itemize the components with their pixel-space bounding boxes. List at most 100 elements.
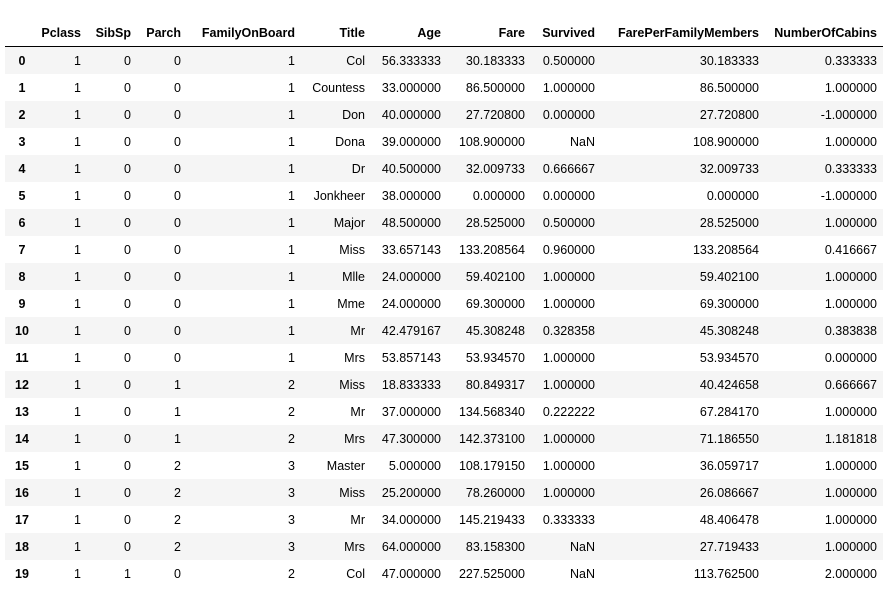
table-row: 10 1 0 0 1 Mr 42.479167 45.308248 0.328358 45.308… (5, 317, 883, 344)
cell-parch: 0 (174, 269, 181, 284)
cell-fare: 133.208564 (458, 242, 525, 257)
cell-fareperfamilymembers: 26.086667 (699, 485, 759, 500)
cell-title: Mme (337, 296, 365, 311)
cell-parch: 0 (174, 188, 181, 203)
cell-familyonboard: 1 (288, 80, 295, 95)
dataframe-table: Pclass SibSp Parch FamilyOnBoard Title Age Far… (5, 20, 883, 587)
cell-numberofcabins: 1.000000 (824, 215, 877, 230)
cell-fare: 145.219433 (458, 512, 525, 527)
cell-survived: 1.000000 (542, 269, 595, 284)
cell-pclass: 1 (74, 53, 81, 68)
cell-fare: 30.183333 (465, 53, 525, 68)
table-row: 12 1 0 1 2 Miss 18.833333 80.849317 1.000000 40.4… (5, 371, 883, 398)
cell-fareperfamilymembers: 45.308248 (699, 323, 759, 338)
cell-pclass: 1 (74, 350, 81, 365)
cell-familyonboard: 2 (288, 377, 295, 392)
cell-age: 47.300000 (381, 431, 441, 446)
row-index: 10 (15, 323, 29, 338)
cell-pclass: 1 (74, 512, 81, 527)
cell-pclass: 1 (74, 134, 81, 149)
cell-age: 48.500000 (381, 215, 441, 230)
cell-numberofcabins: 1.000000 (824, 269, 877, 284)
cell-familyonboard: 3 (288, 539, 295, 554)
cell-fare: 80.849317 (465, 377, 525, 392)
cell-numberofcabins: 0.383838 (824, 323, 877, 338)
table-row: 16 1 0 2 3 Miss 25.200000 78.260000 1.000000 26.0… (5, 479, 883, 506)
cell-parch: 1 (174, 404, 181, 419)
row-index: 8 (18, 269, 26, 284)
cell-sibsp: 0 (124, 53, 131, 68)
cell-sibsp: 0 (124, 323, 131, 338)
row-index: 16 (15, 485, 29, 500)
cell-sibsp: 0 (124, 350, 131, 365)
cell-fareperfamilymembers: 27.720800 (699, 107, 759, 122)
cell-sibsp: 0 (124, 539, 131, 554)
cell-familyonboard: 1 (288, 350, 295, 365)
row-index: 6 (18, 215, 26, 230)
cell-pclass: 1 (74, 269, 81, 284)
cell-pclass: 1 (74, 80, 81, 95)
cell-familyonboard: 2 (288, 566, 295, 581)
cell-familyonboard: 1 (288, 161, 295, 176)
cell-fareperfamilymembers: 30.183333 (699, 53, 759, 68)
cell-pclass: 1 (74, 296, 81, 311)
cell-numberofcabins: 1.000000 (824, 134, 877, 149)
cell-sibsp: 0 (124, 512, 131, 527)
cell-familyonboard: 1 (288, 215, 295, 230)
cell-age: 5.000000 (388, 458, 441, 473)
cell-pclass: 1 (74, 188, 81, 203)
cell-fare: 83.158300 (465, 539, 525, 554)
cell-sibsp: 1 (124, 566, 131, 581)
column-header-numberofcabins: NumberOfCabins (765, 20, 883, 47)
cell-fare: 0.000000 (472, 188, 525, 203)
cell-pclass: 1 (74, 404, 81, 419)
cell-sibsp: 0 (124, 188, 131, 203)
cell-fare: 45.308248 (465, 323, 525, 338)
cell-survived: 0.000000 (542, 188, 595, 203)
cell-numberofcabins: 0.416667 (824, 242, 877, 257)
cell-parch: 1 (174, 431, 181, 446)
cell-familyonboard: 1 (288, 296, 295, 311)
cell-parch: 0 (174, 134, 181, 149)
column-header-parch: Parch (137, 20, 187, 47)
row-index: 13 (15, 404, 29, 419)
cell-fare: 134.568340 (458, 404, 525, 419)
cell-age: 40.500000 (381, 161, 441, 176)
cell-age: 53.857143 (381, 350, 441, 365)
cell-parch: 0 (174, 215, 181, 230)
cell-sibsp: 0 (124, 215, 131, 230)
cell-title: Don (342, 107, 365, 122)
cell-numberofcabins: 0.000000 (824, 350, 877, 365)
cell-fareperfamilymembers: 0.000000 (706, 188, 759, 203)
cell-title: Master (326, 458, 365, 473)
cell-age: 33.000000 (381, 80, 441, 95)
cell-numberofcabins: 1.000000 (824, 80, 877, 95)
cell-title: Mrs (344, 350, 365, 365)
cell-fare: 78.260000 (465, 485, 525, 500)
cell-sibsp: 0 (124, 431, 131, 446)
cell-age: 40.000000 (381, 107, 441, 122)
cell-numberofcabins: 1.000000 (824, 404, 877, 419)
cell-age: 39.000000 (381, 134, 441, 149)
cell-age: 56.333333 (381, 53, 441, 68)
cell-age: 38.000000 (381, 188, 441, 203)
cell-familyonboard: 2 (288, 431, 295, 446)
cell-title: Col (346, 566, 365, 581)
table-row: 2 1 0 0 1 Don 40.000000 27.720800 0.000000 27.720… (5, 101, 883, 128)
cell-parch: 0 (174, 53, 181, 68)
cell-survived: 1.000000 (542, 80, 595, 95)
cell-title: Jonkheer (313, 188, 365, 203)
cell-fare: 59.402100 (465, 269, 525, 284)
cell-parch: 0 (174, 107, 181, 122)
cell-survived: 0.500000 (542, 53, 595, 68)
cell-survived: 1.000000 (542, 377, 595, 392)
row-index: 15 (15, 458, 29, 473)
cell-parch: 2 (174, 458, 181, 473)
row-index: 1 (18, 80, 26, 95)
cell-fareperfamilymembers: 133.208564 (692, 242, 759, 257)
column-header-sibsp: SibSp (87, 20, 137, 47)
cell-sibsp: 0 (124, 377, 131, 392)
cell-parch: 1 (174, 377, 181, 392)
cell-sibsp: 0 (124, 161, 131, 176)
cell-survived: 0.328358 (542, 323, 595, 338)
